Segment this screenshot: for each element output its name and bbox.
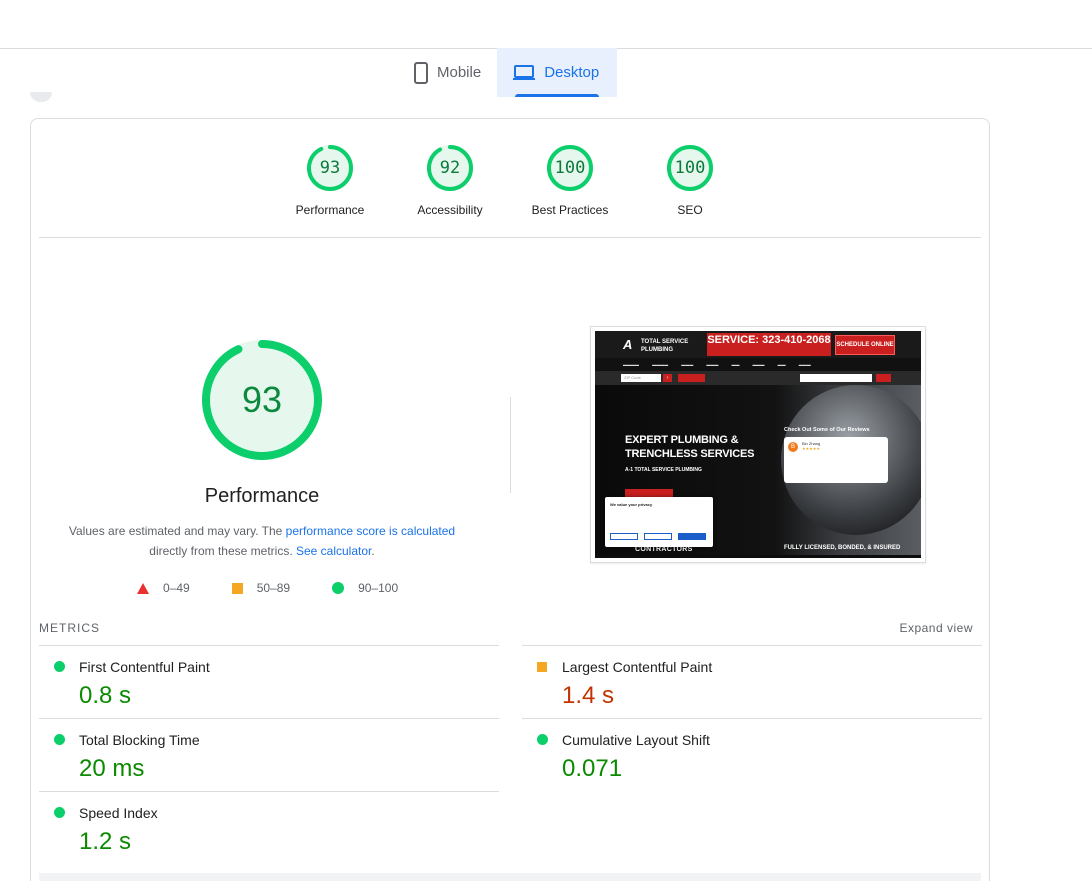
legend-fail-label: 0–49 [163,581,190,595]
site-hero-title: EXPERT PLUMBING & TRENCHLESS SERVICES [625,433,754,461]
tab-mobile-label: Mobile [437,64,482,81]
score-gauges: 93 Performance 92 Accessibility 100 Best… [31,144,989,224]
site-nav: ▬▬▬▬ ▬▬▬▬ ▬▬▬ ▬▬▬ ▬▬ ▬▬▬ ▬▬ ▬▬▬ [595,358,921,371]
performance-gauge-large: 93 [201,339,323,461]
gauge-accessibility-value: 92 [439,158,461,178]
gauge-seo-label: SEO [677,203,703,217]
performance-note: Values are estimated and may vary. The p… [51,521,473,561]
treemap-strip [39,873,981,881]
gauge-best-practices[interactable]: 100 Best Practices [520,144,620,217]
site-logo-text: TOTAL SERVICE PLUMBING [641,339,689,353]
circle-icon [332,582,345,594]
gauges-divider [39,237,981,238]
site-review-avatar: B [788,442,798,452]
gauge-best-practices-value: 100 [554,158,586,178]
site-cookie-title: We value your privacy [610,502,653,507]
performance-score: 93 [241,379,283,420]
site-search-field [800,374,872,382]
gauge-performance[interactable]: 93 Performance [280,144,380,217]
site-phone-text: SERVICE: 323-410-2068 [707,334,831,346]
note-text-1: Values are estimated and may vary. The [68,524,286,538]
pass-circle-icon [54,661,65,672]
vertical-divider [510,397,511,493]
tab-desktop-label: Desktop [544,64,600,81]
metric-fcp-name: First Contentful Paint [79,659,210,675]
metric-fcp-value: 0.8 s [79,682,132,709]
tab-desktop[interactable]: Desktop [497,48,618,97]
metric-lcp[interactable]: Largest Contentful Paint 1.4 s [522,645,982,718]
metric-tbt[interactable]: Total Blocking Time 20 ms [39,718,499,791]
site-contractors-text: CONTRACTORS [635,546,693,553]
metric-tbt-value: 20 ms [79,755,145,782]
legend-average: 50–89 [231,581,291,595]
note-text-2: directly from these metrics. [149,544,296,558]
score-calculated-link[interactable]: performance score is calculated [286,524,455,538]
metric-fcp[interactable]: First Contentful Paint 0.8 s [39,645,499,718]
pass-circle-icon [54,734,65,745]
gauge-performance-value: 93 [319,158,341,178]
site-reviews-heading: Check Out Some of Our Reviews [784,427,870,433]
metric-cls[interactable]: Cumulative Layout Shift 0.071 [522,718,982,791]
final-screenshot[interactable]: A TOTAL SERVICE PLUMBING SERVICE: 323-41… [590,326,926,563]
site-preview: A TOTAL SERVICE PLUMBING SERVICE: 323-41… [595,331,921,558]
legend-fail: 0–49 [137,581,190,595]
metric-si-name: Speed Index [79,805,158,821]
site-logo-mark: A [623,337,633,352]
laptop-icon [513,64,536,81]
site-hero-title-line2: TRENCHLESS SERVICES [625,448,755,460]
pass-circle-icon [54,807,65,818]
square-icon [231,582,243,594]
legend-pass: 90–100 [332,581,398,595]
legend-pass-label: 90–100 [358,581,399,595]
site-cookie-accept [678,533,706,540]
metric-cls-name: Cumulative Layout Shift [562,732,710,748]
metrics-heading: METRICS [39,621,100,635]
device-tabs: Mobile Desktop [398,48,618,97]
gauge-accessibility[interactable]: 92 Accessibility [400,144,500,217]
report-card: 93 Performance 92 Accessibility 100 Best… [30,118,990,881]
metric-si-value: 1.2 s [79,828,132,855]
gauge-seo[interactable]: 100 SEO [640,144,740,217]
phone-icon [414,61,428,84]
metric-cls-value: 0.071 [562,755,623,782]
expand-view-toggle[interactable]: Expand view [899,621,973,635]
site-hero-subtitle: A-1 TOTAL SERVICE PLUMBING [625,467,702,473]
site-search-bar: ZIP Code › [595,371,921,385]
legend-average-label: 50–89 [256,581,291,595]
site-search-button [876,374,891,382]
tab-mobile[interactable]: Mobile [398,48,497,97]
pass-circle-icon [537,734,548,745]
site-zip-go: › [663,374,672,382]
site-schedule-button: SCHEDULE ONLINE [835,335,895,355]
site-licensed-text: FULLY LICENSED, BONDED, & INSURED [784,545,901,551]
triangle-icon [137,582,149,594]
site-zip-field: ZIP Code [621,374,661,382]
gauge-performance-label: Performance [295,203,365,217]
site-header: A TOTAL SERVICE PLUMBING SERVICE: 323-41… [595,331,921,358]
see-calculator-link[interactable]: See calculator [296,544,371,558]
site-logo: A TOTAL SERVICE PLUMBING [623,337,693,353]
metric-lcp-name: Largest Contentful Paint [562,659,713,675]
site-service-button [678,374,705,382]
site-cookie-customize [610,533,638,540]
metric-lcp-value: 1.4 s [562,682,615,709]
score-legend: 0–49 50–89 90–100 [137,581,398,595]
performance-title: Performance [204,485,320,507]
site-hero-title-line1: EXPERT PLUMBING & [625,434,739,446]
site-phone-sub [707,347,831,352]
metric-tbt-name: Total Blocking Time [79,732,200,748]
gauge-accessibility-label: Accessibility [417,203,483,217]
site-phone-banner: SERVICE: 323-410-2068 [707,333,831,356]
origin-avatar [30,92,52,102]
site-hero: EXPERT PLUMBING & TRENCHLESS SERVICES A-… [595,385,921,555]
gauge-best-practices-label: Best Practices [531,203,609,217]
metric-si[interactable]: Speed Index 1.2 s [39,791,499,864]
site-cookie-reject [644,533,672,540]
gauge-seo-value: 100 [674,158,706,178]
site-review-card: B Bin Zhang ★★★★★ [784,437,888,483]
average-square-icon [537,662,547,672]
site-review-stars: ★★★★★ [802,446,820,451]
note-text-3: . [371,544,375,558]
site-cookie-banner: We value your privacy [605,497,713,547]
